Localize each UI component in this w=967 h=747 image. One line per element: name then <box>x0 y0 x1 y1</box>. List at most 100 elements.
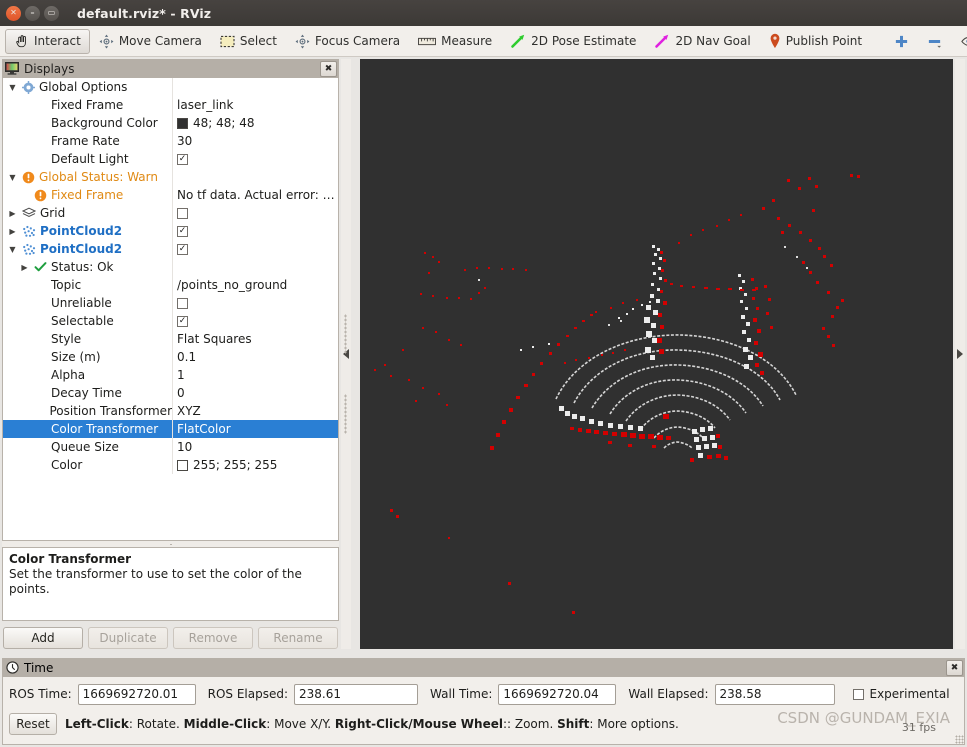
pointcloud-icon <box>22 243 36 256</box>
display-row[interactable]: ▶Frame Rate30 <box>3 132 338 150</box>
tool-remove-view[interactable] <box>918 29 951 54</box>
display-row[interactable]: ▶Color255; 255; 255 <box>3 456 338 474</box>
expand-arrow-icon[interactable]: ▼ <box>7 245 18 254</box>
display-row[interactable]: ▶Queue Size10 <box>3 438 338 456</box>
row-checkbox[interactable] <box>177 297 188 309</box>
displays-tree: ▼ Global Options ▶ Fixed Frame laser_link ▶ Ba… <box>3 78 338 474</box>
time-hint-row: Reset Left-Click: Rotate. Middle-Click: … <box>9 709 958 736</box>
time-panel: Time ✖ ROS Time: 1669692720.01 ROS Elaps… <box>2 658 965 745</box>
displays-close-button[interactable]: ✖ <box>320 60 337 77</box>
display-row[interactable]: ▶Unreliable <box>3 294 338 312</box>
select-rect-icon <box>220 35 235 48</box>
time-fields-row: ROS Time: 1669692720.01 ROS Elapsed: 238… <box>9 681 958 707</box>
expand-arrow-icon[interactable]: ▶ <box>19 263 30 272</box>
tool-add-view[interactable] <box>885 29 918 54</box>
tool-select-label: Select <box>239 34 277 48</box>
reset-button[interactable]: Reset <box>9 713 57 735</box>
row-value: /points_no_ground <box>177 278 288 292</box>
row-label: Size (m) <box>51 350 101 364</box>
displays-panel-titlebar: Displays ✖ <box>2 59 339 78</box>
property-description-heading: Color Transformer <box>9 552 132 566</box>
window-close-button[interactable]: ✕ <box>6 5 21 21</box>
row-label: Background Color <box>51 116 158 130</box>
display-row[interactable]: ▶Size (m)0.1 <box>3 348 338 366</box>
display-row[interactable]: ▶Alpha1 <box>3 366 338 384</box>
row-label: Fixed Frame <box>51 188 124 202</box>
mouse-hint-text: Left-Click: Rotate. Middle-Click: Move X… <box>65 717 679 731</box>
add-button[interactable]: Add <box>3 627 83 649</box>
display-row[interactable]: ▶Background Color48; 48; 48 <box>3 114 338 132</box>
left-dock-collapse-handle[interactable] <box>341 59 351 649</box>
display-row[interactable]: ▶Fixed Framelaser_link <box>3 96 338 114</box>
window-minimize-button[interactable]: – <box>25 5 40 21</box>
tool-visibility[interactable] <box>951 29 967 54</box>
row-checkbox[interactable]: ✓ <box>177 153 188 165</box>
gear-icon <box>22 80 35 94</box>
experimental-checkbox[interactable] <box>852 688 864 700</box>
tool-move-camera[interactable]: Move Camera <box>90 29 211 54</box>
tool-measure[interactable]: Measure <box>409 29 501 54</box>
display-row[interactable]: ▶Default Light✓ <box>3 150 338 168</box>
ros-elapsed-input[interactable]: 238.61 <box>294 683 419 705</box>
color-swatch[interactable] <box>177 459 188 471</box>
eye-icon <box>960 35 967 48</box>
row-label: Color Transformer <box>51 422 159 436</box>
row-checkbox[interactable]: ✓ <box>177 315 188 327</box>
3d-render-viewport[interactable] <box>360 59 953 649</box>
row-checkbox[interactable]: ✓ <box>177 243 188 255</box>
right-dock-collapse-handle[interactable] <box>955 59 965 649</box>
color-swatch[interactable] <box>177 117 188 129</box>
display-row[interactable]: ▶Position TransformerXYZ <box>3 402 338 420</box>
display-row[interactable]: ▶Decay Time0 <box>3 384 338 402</box>
wall-elapsed-input[interactable]: 238.58 <box>714 683 835 705</box>
display-row[interactable]: ▶Color TransformerFlatColor <box>3 420 338 438</box>
duplicate-button: Duplicate <box>88 627 168 649</box>
hint-segment: Middle-Click <box>183 717 267 731</box>
row-label: Status: Ok <box>51 260 114 274</box>
display-row[interactable]: ▶ Status: Ok <box>3 258 338 276</box>
tool-2d-nav-goal-label: 2D Nav Goal <box>675 34 751 48</box>
ros-time-input[interactable]: 1669692720.01 <box>77 683 196 705</box>
display-row[interactable]: ▶ PointCloud2 ✓ <box>3 222 338 240</box>
wall-time-input[interactable]: 1669692720.04 <box>498 683 617 705</box>
tool-publish-point[interactable]: Publish Point <box>760 29 871 54</box>
row-label: PointCloud2 <box>40 242 123 256</box>
expand-arrow-icon[interactable]: ▶ <box>7 209 18 218</box>
expand-arrow-icon[interactable]: ▼ <box>7 83 18 92</box>
time-close-button[interactable]: ✖ <box>946 659 963 676</box>
display-row[interactable]: ▶Fixed FrameNo tf data. Actual error: … <box>3 186 338 204</box>
property-description-body: Set the transformer to use to set the co… <box>9 567 302 596</box>
tool-focus-camera-label: Focus Camera <box>314 34 401 48</box>
tool-focus-camera[interactable]: Focus Camera <box>286 29 409 54</box>
row-label: Fixed Frame <box>51 98 124 112</box>
display-row[interactable]: ▶Topic/points_no_ground <box>3 276 338 294</box>
displays-panel-title: Displays <box>24 61 75 76</box>
displays-button-row: Add Duplicate Remove Rename <box>2 621 339 649</box>
tool-interact[interactable]: Interact <box>5 28 90 54</box>
window-maximize-button[interactable]: ▭ <box>44 5 59 21</box>
expand-arrow-icon[interactable]: ▼ <box>7 173 18 182</box>
row-checkbox[interactable] <box>177 207 188 219</box>
row-checkbox[interactable]: ✓ <box>177 225 188 237</box>
display-row[interactable]: ▶Selectable✓ <box>3 312 338 330</box>
display-row[interactable]: ▶ Grid <box>3 204 338 222</box>
expand-arrow-icon[interactable]: ▶ <box>7 227 18 236</box>
display-row[interactable]: ▶StyleFlat Squares <box>3 330 338 348</box>
tool-2d-nav-goal[interactable]: 2D Nav Goal <box>645 29 759 54</box>
tool-select[interactable]: Select <box>211 29 286 54</box>
display-row[interactable]: ▼ PointCloud2 ✓ <box>3 240 338 258</box>
hint-segment: :: Zoom. <box>502 717 558 731</box>
window-controls: ✕ – ▭ <box>6 5 59 21</box>
row-value: 10 <box>177 440 193 454</box>
window-resize-grip[interactable] <box>955 735 964 744</box>
focus-camera-icon <box>295 34 310 49</box>
displays-tree-container[interactable]: ▼ Global Options ▶ Fixed Frame laser_link ▶ Ba… <box>2 78 339 541</box>
hint-segment: Right-Click/Mouse Wheel <box>334 717 503 731</box>
tool-interact-label: Interact <box>34 34 81 48</box>
remove-button: Remove <box>173 627 253 649</box>
hint-segment: : More options. <box>589 717 679 731</box>
row-value: XYZ <box>177 404 201 418</box>
tool-2d-pose-estimate[interactable]: 2D Pose Estimate <box>501 29 645 54</box>
display-row[interactable]: ▼ Global Options <box>3 78 338 96</box>
display-row[interactable]: ▼ Global Status: Warn <box>3 168 338 186</box>
